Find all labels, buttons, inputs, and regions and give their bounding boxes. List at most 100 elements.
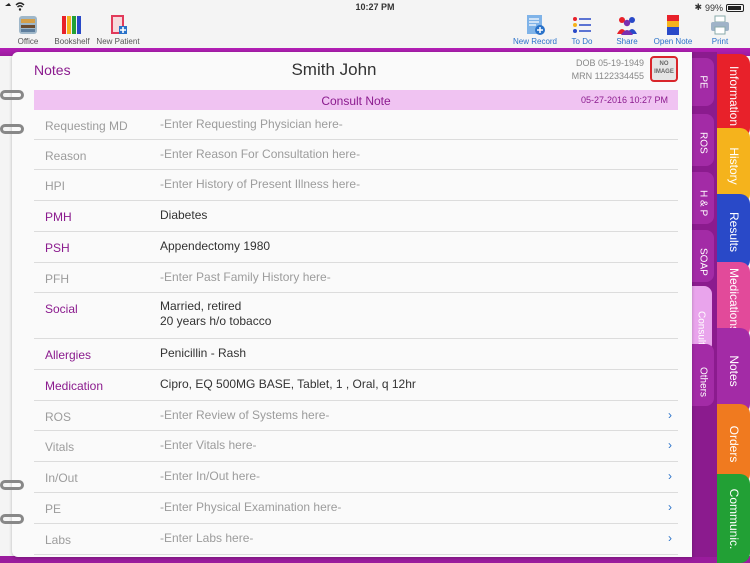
binder-ring: [0, 480, 24, 490]
new-record-icon: [524, 14, 546, 36]
field-placeholder[interactable]: -Enter In/Out here-: [160, 469, 260, 484]
status-bar: 10:27 PM ✱ 99%: [0, 0, 750, 14]
print-button[interactable]: Print: [692, 14, 748, 46]
chevron-right-icon[interactable]: ›: [668, 531, 672, 545]
field-row-pmh[interactable]: PMH Diabetes: [34, 201, 678, 232]
note-datetime: 05-27-2016 10:27 PM: [580, 95, 668, 105]
field-placeholder[interactable]: -Enter Vitals here-: [160, 438, 257, 453]
field-label: HPI: [45, 179, 66, 193]
field-row-in-out[interactable]: In/Out -Enter In/Out here- ›: [34, 462, 678, 493]
field-value-line: -Enter Physical Examination here-: [160, 500, 342, 514]
bookshelf-icon: [61, 14, 83, 36]
field-value[interactable]: Diabetes: [160, 208, 207, 223]
field-label: Vitals: [45, 440, 75, 454]
field-label: PFH: [45, 272, 69, 286]
printer-icon: [709, 14, 731, 36]
binder-ring: [0, 514, 24, 524]
inner-tab-ros[interactable]: ROS: [692, 114, 714, 166]
battery-percent: 99%: [704, 2, 723, 13]
field-label: PMH: [45, 210, 72, 224]
field-row-pfh[interactable]: PFH -Enter Past Family History here-: [34, 263, 678, 293]
field-placeholder[interactable]: -Enter Labs here-: [160, 531, 253, 546]
field-placeholder[interactable]: -Enter Physical Examination here-: [160, 500, 341, 515]
field-value-line: Penicillin - Rash: [160, 346, 247, 360]
inner-tab-pe[interactable]: PE: [692, 58, 714, 106]
field-value[interactable]: Penicillin - Rash: [160, 346, 246, 361]
chevron-right-icon[interactable]: ›: [668, 438, 672, 452]
binder-cover-bottom: [0, 556, 750, 563]
open-note-icon: [662, 14, 684, 36]
inner-tab-consult[interactable]: Consult: [690, 286, 712, 352]
field-label: ROS: [45, 410, 72, 424]
chevron-right-icon[interactable]: ›: [668, 408, 672, 422]
patient-avatar[interactable]: NO IMAGE: [650, 56, 678, 82]
field-value-line: Appendectomy 1980: [160, 239, 271, 253]
tab-orders[interactable]: Orders: [717, 404, 750, 484]
inner-tab-soap[interactable]: SOAP: [692, 230, 714, 282]
binder-ring: [0, 124, 24, 134]
avatar-placeholder-text: NO IMAGE: [654, 61, 674, 75]
note-title-bar: Consult Note 05-27-2016 10:27 PM: [34, 90, 678, 110]
field-row-medication[interactable]: Medication Cipro, EQ 500MG BASE, Tablet, …: [34, 370, 678, 401]
tab-communication[interactable]: Communic.: [717, 474, 750, 563]
field-label: In/Out: [45, 471, 78, 485]
consult-note-fields: Requesting MD -Enter Requesting Physician…: [34, 110, 678, 555]
inner-tab-hp[interactable]: H & P: [692, 172, 714, 224]
field-value-line: -Enter History of Present Illness here-: [160, 177, 361, 191]
new-patient-icon: [107, 14, 129, 36]
field-placeholder[interactable]: -Enter History of Present Illness here-: [160, 177, 360, 192]
tab-results[interactable]: Results: [717, 194, 750, 270]
field-row-social[interactable]: Social Married, retired 20 years h/o tobac…: [34, 293, 678, 339]
chevron-right-icon[interactable]: ›: [668, 469, 672, 483]
field-row-requesting-md[interactable]: Requesting MD -Enter Requesting Physician…: [34, 110, 678, 140]
chevron-right-icon[interactable]: ›: [668, 500, 672, 514]
todo-list-icon: [571, 14, 593, 36]
patient-header: Notes Smith John DOB 05-19-1949 MRN 1122…: [34, 56, 680, 86]
battery-icon: [726, 3, 744, 12]
inner-tab-others[interactable]: Others: [692, 344, 714, 406]
field-value-line: -Enter Review of Systems here-: [160, 408, 330, 422]
field-placeholder[interactable]: -Enter Past Family History here-: [160, 270, 331, 285]
field-row-allergies[interactable]: Allergies Penicillin - Rash: [34, 339, 678, 370]
patient-name: Smith John: [291, 60, 377, 79]
field-label: PE: [45, 502, 62, 516]
field-row-pe[interactable]: PE -Enter Physical Examination here- ›: [34, 493, 678, 524]
field-row-ros[interactable]: ROS -Enter Review of Systems here- ›: [34, 401, 678, 431]
field-label: Requesting MD: [45, 119, 128, 133]
field-label: Reason: [45, 149, 87, 163]
tab-medications[interactable]: Medications: [717, 262, 750, 338]
top-toolbar: Office Bookshelf New Patient New Record …: [0, 14, 750, 48]
field-value-line: -Enter Requesting Physician here-: [160, 117, 343, 131]
patient-dob: DOB 05-19-1949: [575, 58, 644, 68]
field-row-vitals[interactable]: Vitals -Enter Vitals here- ›: [34, 431, 678, 462]
field-label: Medication: [45, 379, 104, 393]
binder-ring: [0, 90, 24, 100]
field-label: Allergies: [45, 348, 92, 362]
field-label: Labs: [45, 533, 72, 547]
status-time: 10:27 PM: [355, 2, 395, 12]
patient-mrn: MRN 1122334455: [571, 71, 644, 81]
field-row-labs[interactable]: Labs -Enter Labs here- ›: [34, 524, 678, 555]
field-value-line: -Enter Reason For Consultation here-: [160, 147, 361, 161]
field-label: Social: [45, 302, 78, 316]
tab-notes[interactable]: Notes: [717, 328, 750, 414]
field-value-line: -Enter Vitals here-: [160, 438, 257, 452]
field-row-psh[interactable]: PSH Appendectomy 1980: [34, 232, 678, 263]
field-row-hpi[interactable]: HPI -Enter History of Present Illness her…: [34, 170, 678, 201]
share-people-icon: [616, 14, 638, 36]
field-value[interactable]: Married, retired 20 years h/o tobacco: [160, 299, 271, 329]
field-placeholder[interactable]: -Enter Reason For Consultation here-: [160, 147, 360, 162]
bluetooth-icon: ✱: [694, 2, 702, 12]
field-label: PSH: [45, 241, 70, 255]
new-patient-button[interactable]: New Patient: [90, 14, 146, 46]
field-value[interactable]: Cipro, EQ 500MG BASE, Tablet, 1 , Oral, …: [160, 377, 416, 392]
office-icon: [17, 14, 39, 36]
tab-history[interactable]: History: [717, 128, 750, 204]
field-placeholder[interactable]: -Enter Requesting Physician here-: [160, 117, 343, 132]
field-value-line: -Enter Past Family History here-: [160, 270, 331, 284]
field-row-reason[interactable]: Reason -Enter Reason For Consultation her…: [34, 140, 678, 170]
tab-information[interactable]: Information: [717, 54, 750, 138]
field-placeholder[interactable]: -Enter Review of Systems here-: [160, 408, 329, 423]
field-value[interactable]: Appendectomy 1980: [160, 239, 270, 254]
field-value-line: Married, retired: [160, 299, 242, 313]
